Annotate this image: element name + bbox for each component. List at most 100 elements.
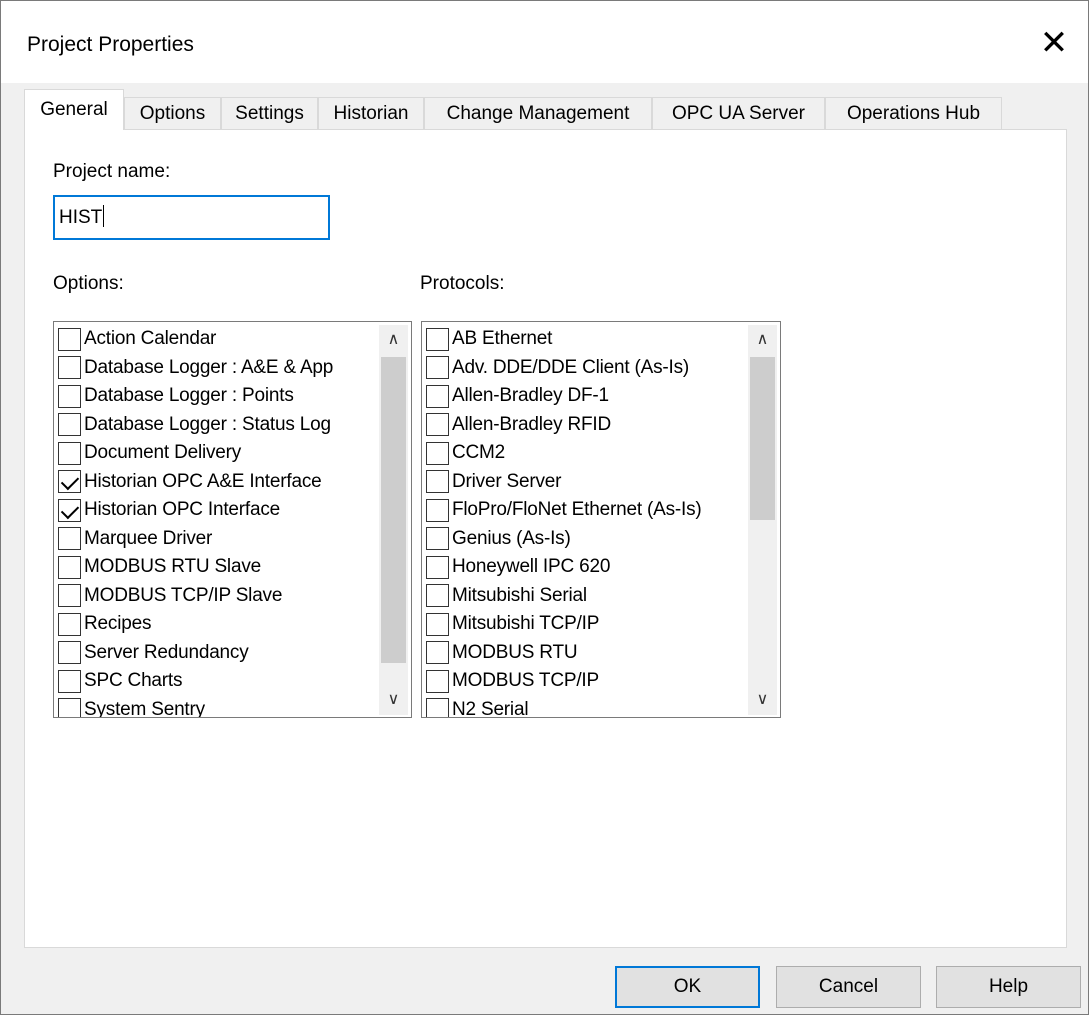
general-tab-panel: Project name: HIST Options: Protocols: A… <box>24 129 1067 948</box>
protocols-scrollbar[interactable]: ∧ ∨ <box>748 325 777 715</box>
checkbox[interactable] <box>426 641 449 665</box>
option-item[interactable]: SPC Charts <box>58 667 333 696</box>
option-item[interactable]: Historian OPC A&E Interface <box>58 468 333 497</box>
help-button[interactable]: Help <box>936 966 1081 1008</box>
tab-change-management[interactable]: Change Management <box>424 97 652 129</box>
protocol-item[interactable]: CCM2 <box>426 439 702 468</box>
checkbox[interactable] <box>426 498 449 522</box>
checkbox[interactable] <box>426 555 449 579</box>
project-name-input[interactable]: HIST <box>53 195 330 240</box>
ok-button[interactable]: OK <box>615 966 760 1008</box>
tab-options[interactable]: Options <box>124 97 221 129</box>
protocols-label: Protocols: <box>420 273 505 294</box>
scroll-down-arrow-icon[interactable]: ∨ <box>379 685 408 715</box>
tab-operations-hub[interactable]: Operations Hub <box>825 97 1002 129</box>
title-bar: Project Properties ✕ <box>1 1 1088 83</box>
scroll-up-arrow-icon[interactable]: ∧ <box>379 325 408 355</box>
protocol-item[interactable]: Allen-Bradley RFID <box>426 411 702 440</box>
checkbox[interactable] <box>426 669 449 693</box>
checkbox[interactable] <box>426 356 449 380</box>
option-item-label: Database Logger : A&E & App <box>84 356 334 378</box>
checkbox[interactable] <box>426 527 449 551</box>
checkbox[interactable] <box>58 384 81 408</box>
protocol-item[interactable]: MODBUS RTU <box>426 639 702 668</box>
option-item[interactable]: Marquee Driver <box>58 525 333 554</box>
protocol-item-label: Allen-Bradley RFID <box>452 413 612 435</box>
option-item[interactable]: Database Logger : Points <box>58 382 333 411</box>
protocol-item[interactable]: Driver Server <box>426 468 702 497</box>
close-icon[interactable]: ✕ <box>1034 23 1074 63</box>
protocol-item[interactable]: Adv. DDE/DDE Client (As-Is) <box>426 354 702 383</box>
checkbox[interactable] <box>58 413 81 437</box>
option-item-label: Server Redundancy <box>84 641 249 663</box>
options-listbox[interactable]: Action Calendar Database Logger : A&E & A… <box>53 321 412 718</box>
option-item[interactable]: Server Redundancy <box>58 639 333 668</box>
protocol-item[interactable]: Mitsubishi Serial <box>426 582 702 611</box>
option-item-label: Document Delivery <box>84 442 242 464</box>
tab-historian[interactable]: Historian <box>318 97 424 129</box>
checkbox[interactable] <box>426 413 449 437</box>
checkbox-checked[interactable] <box>58 498 81 522</box>
protocol-item[interactable]: Allen-Bradley DF-1 <box>426 382 702 411</box>
option-item[interactable]: Action Calendar <box>58 325 333 354</box>
protocol-item[interactable]: FloPro/FloNet Ethernet (As-Is) <box>426 496 702 525</box>
option-item[interactable]: Historian OPC Interface <box>58 496 333 525</box>
option-item-label: Action Calendar <box>84 328 217 350</box>
checkbox[interactable] <box>426 584 449 608</box>
option-item-label: SPC Charts <box>84 670 183 692</box>
checkbox[interactable] <box>426 612 449 636</box>
options-scrollbar[interactable]: ∧ ∨ <box>379 325 408 715</box>
checkbox[interactable] <box>58 669 81 693</box>
protocol-item-label: Allen-Bradley DF-1 <box>452 385 609 407</box>
protocols-scroll-thumb[interactable] <box>750 357 775 520</box>
tab-settings[interactable]: Settings <box>221 97 318 129</box>
tab-general[interactable]: General <box>24 89 124 130</box>
protocol-item[interactable]: N2 Serial <box>426 696 702 718</box>
text-caret <box>103 205 105 227</box>
option-item[interactable]: MODBUS RTU Slave <box>58 553 333 582</box>
protocol-item[interactable]: Mitsubishi TCP/IP <box>426 610 702 639</box>
dialog-title: Project Properties <box>27 33 194 56</box>
checkbox-checked[interactable] <box>58 470 81 494</box>
checkbox[interactable] <box>58 327 81 351</box>
checkbox[interactable] <box>58 356 81 380</box>
options-scroll-thumb[interactable] <box>381 357 406 663</box>
option-item-label: Historian OPC Interface <box>84 499 281 521</box>
protocol-item-label: FloPro/FloNet Ethernet (As-Is) <box>452 499 702 521</box>
protocols-listbox[interactable]: AB Ethernet Adv. DDE/DDE Client (As-Is) Al… <box>421 321 781 718</box>
option-item[interactable]: Database Logger : Status Log <box>58 411 333 440</box>
option-item[interactable]: MODBUS TCP/IP Slave <box>58 582 333 611</box>
option-item-label: MODBUS TCP/IP Slave <box>84 584 283 606</box>
checkbox[interactable] <box>426 441 449 465</box>
options-label: Options: <box>53 273 124 294</box>
checkbox[interactable] <box>58 584 81 608</box>
checkbox[interactable] <box>58 555 81 579</box>
scroll-up-arrow-icon[interactable]: ∧ <box>748 325 777 355</box>
option-item-label: MODBUS RTU Slave <box>84 556 261 578</box>
protocol-item-label: Adv. DDE/DDE Client (As-Is) <box>452 356 690 378</box>
cancel-button[interactable]: Cancel <box>776 966 921 1008</box>
scroll-down-arrow-icon[interactable]: ∨ <box>748 685 777 715</box>
protocol-item-label: N2 Serial <box>452 698 529 718</box>
checkbox[interactable] <box>58 527 81 551</box>
option-item-label: Marquee Driver <box>84 527 213 549</box>
checkbox[interactable] <box>58 641 81 665</box>
protocol-item[interactable]: Honeywell IPC 620 <box>426 553 702 582</box>
option-item[interactable]: Database Logger : A&E & App <box>58 354 333 383</box>
protocol-item[interactable]: Genius (As-Is) <box>426 525 702 554</box>
checkbox[interactable] <box>58 698 81 717</box>
protocol-item[interactable]: AB Ethernet <box>426 325 702 354</box>
checkbox[interactable] <box>426 327 449 351</box>
option-item-label: System Sentry <box>84 698 205 718</box>
checkbox[interactable] <box>58 441 81 465</box>
option-item[interactable]: Document Delivery <box>58 439 333 468</box>
protocols-items: AB Ethernet Adv. DDE/DDE Client (As-Is) Al… <box>426 325 702 718</box>
checkbox[interactable] <box>426 470 449 494</box>
tab-opc-ua-server[interactable]: OPC UA Server <box>652 97 825 129</box>
checkbox[interactable] <box>426 698 449 717</box>
checkbox[interactable] <box>426 384 449 408</box>
option-item[interactable]: Recipes <box>58 610 333 639</box>
checkbox[interactable] <box>58 612 81 636</box>
option-item[interactable]: System Sentry <box>58 696 333 718</box>
protocol-item[interactable]: MODBUS TCP/IP <box>426 667 702 696</box>
